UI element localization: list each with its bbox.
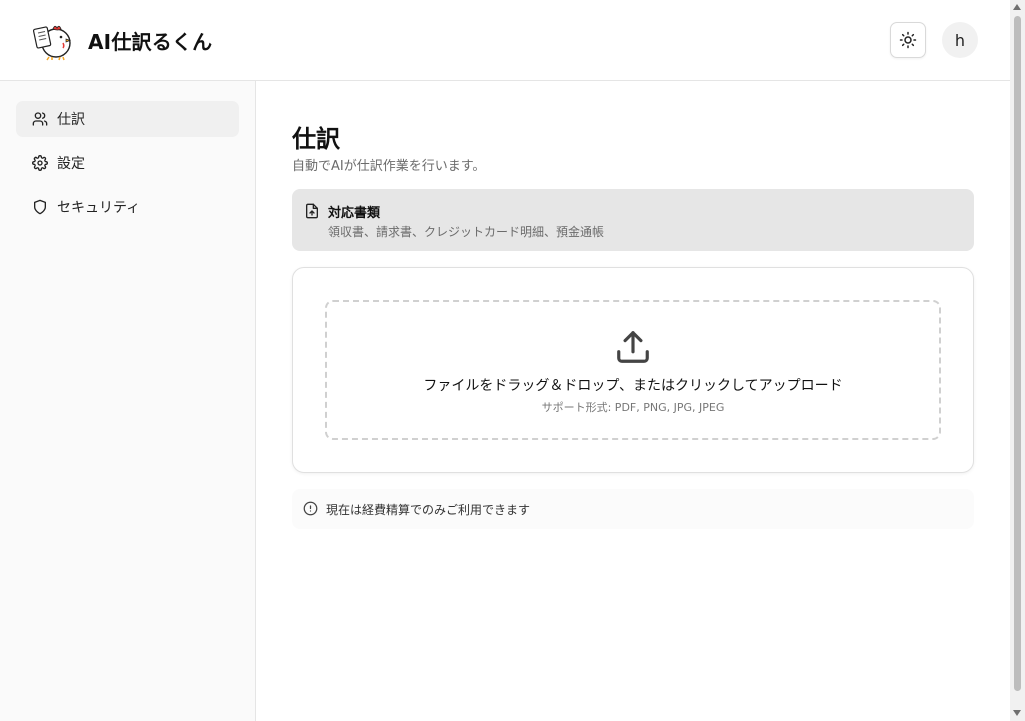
sun-icon xyxy=(899,31,917,49)
app-header: AI仕訳るくん h xyxy=(0,0,1010,81)
upload-card: ファイルをドラッグ＆ドロップ、またはクリックしてアップロード サポート形式: P… xyxy=(292,267,974,473)
vertical-scrollbar[interactable] xyxy=(1010,0,1025,721)
upload-icon xyxy=(617,331,649,363)
page-subtitle: 自動でAIが仕訳作業を行います。 xyxy=(292,159,486,174)
supported-documents-title: 対応書類 xyxy=(328,206,381,221)
sidebar-item-label: 設定 xyxy=(57,156,85,172)
supported-documents-box: 対応書類 領収書、請求書、クレジットカード明細、預金通帳 xyxy=(292,189,974,251)
sidebar-item-label: セキュリティ xyxy=(57,200,141,216)
app-title: AI仕訳るくん xyxy=(88,30,213,54)
sidebar-item-journal[interactable]: 仕訳 xyxy=(16,101,239,137)
avatar-initial: h xyxy=(954,30,966,50)
chicken-mascot-icon[interactable] xyxy=(32,18,76,62)
dropzone-prompt: ファイルをドラッグ＆ドロップ、またはクリックしてアップロード xyxy=(423,378,843,394)
users-icon xyxy=(32,112,48,126)
file-dropzone[interactable]: ファイルをドラッグ＆ドロップ、またはクリックしてアップロード サポート形式: P… xyxy=(325,300,941,440)
sidebar-item-settings[interactable]: 設定 xyxy=(16,145,239,181)
sidebar-item-label: 仕訳 xyxy=(57,112,85,128)
notice-banner: 現在は経費精算でのみご利用できます xyxy=(292,489,974,529)
main-content: 仕訳 自動でAIが仕訳作業を行います。 対応書類 領収書、請求書、クレジットカー… xyxy=(256,81,1010,721)
sidebar-item-security[interactable]: セキュリティ xyxy=(16,189,239,225)
notice-text: 現在は経費精算でのみご利用できます xyxy=(326,503,531,517)
supported-documents-list: 領収書、請求書、クレジットカード明細、預金通帳 xyxy=(328,225,605,239)
file-upload-icon xyxy=(306,203,318,219)
supported-formats: サポート形式: PDF, PNG, JPG, JPEG xyxy=(541,401,725,414)
page-title: 仕訳 xyxy=(292,125,340,153)
scroll-up-arrow-icon[interactable] xyxy=(1013,4,1021,10)
theme-toggle-button[interactable] xyxy=(890,22,926,58)
scrollbar-thumb[interactable] xyxy=(1014,16,1021,691)
scroll-down-arrow-icon[interactable] xyxy=(1013,710,1021,716)
alert-circle-icon xyxy=(303,501,318,516)
sidebar: 仕訳 設定 セキュリティ xyxy=(0,81,256,721)
shield-icon xyxy=(34,199,46,215)
avatar[interactable]: h xyxy=(942,22,978,58)
gear-icon xyxy=(32,155,48,171)
